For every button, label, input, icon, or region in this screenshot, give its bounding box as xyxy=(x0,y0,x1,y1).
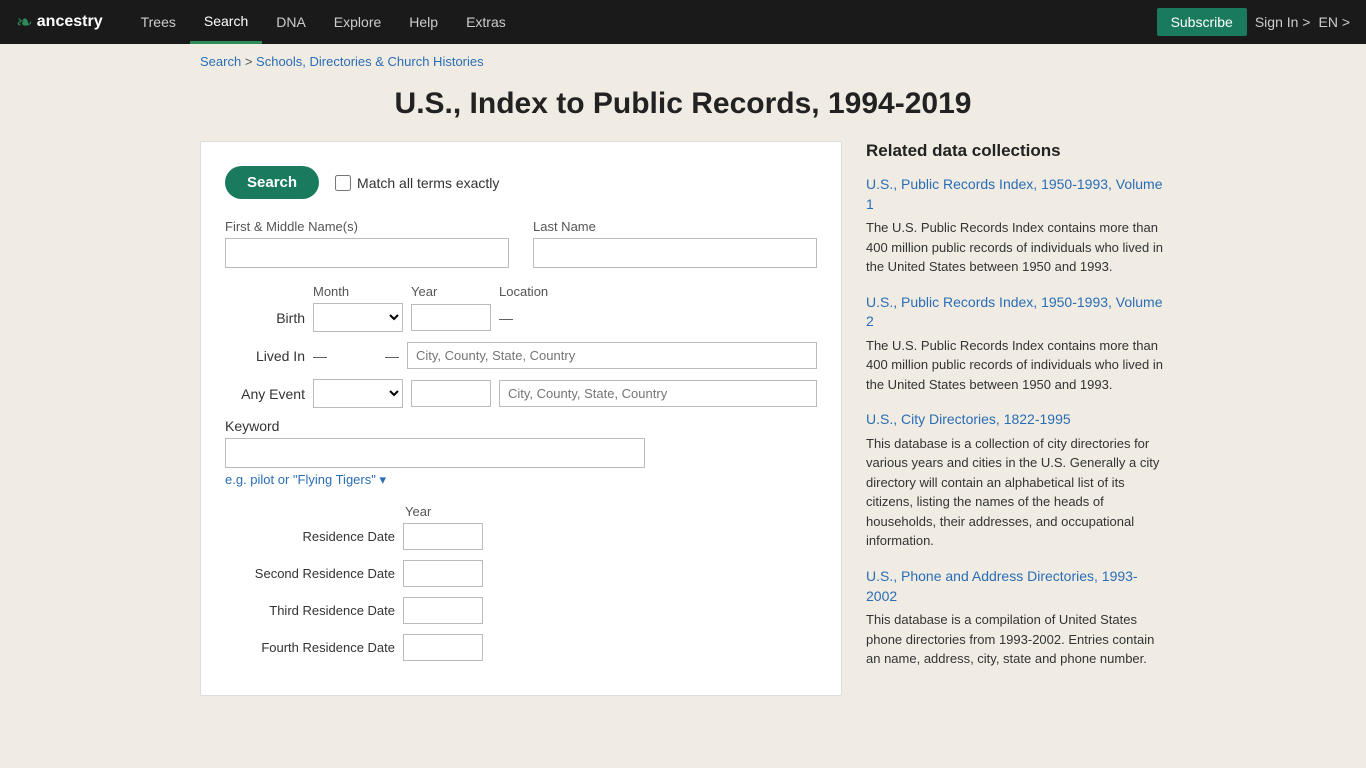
logo[interactable]: ❧ ancestry xyxy=(16,10,103,35)
subscribe-button[interactable]: Subscribe xyxy=(1157,8,1247,36)
lived-in-month-dash: — xyxy=(313,348,327,364)
any-event-row: Any Event Jan Feb Mar Apr May Jun Jul Au… xyxy=(225,379,817,408)
last-name-group: Last Name xyxy=(533,219,817,268)
first-name-group: First & Middle Name(s) xyxy=(225,219,509,268)
keyword-label: Keyword xyxy=(225,418,817,434)
any-event-label: Any Event xyxy=(225,386,305,402)
related-title: Related data collections xyxy=(866,141,1166,161)
leaf-icon: ❧ xyxy=(16,10,33,35)
second-residence-date-input[interactable] xyxy=(403,560,483,587)
related-desc-2: This database is a collection of city di… xyxy=(866,434,1166,551)
col-header-month: Month xyxy=(313,284,403,299)
breadcrumb-separator: > xyxy=(245,54,256,69)
third-residence-date-row: Third Residence Date xyxy=(225,597,817,624)
fourth-residence-date-label: Fourth Residence Date xyxy=(225,640,395,655)
fourth-residence-date-input[interactable] xyxy=(403,634,483,661)
match-all-text: Match all terms exactly xyxy=(357,175,499,191)
birth-row: Birth Jan Feb Mar Apr May Jun Jul Aug Se… xyxy=(225,303,817,332)
any-event-year-input[interactable] xyxy=(411,380,491,407)
related-desc-1: The U.S. Public Records Index contains m… xyxy=(866,336,1166,395)
col-header-location: Location xyxy=(499,284,817,299)
page-title: U.S., Index to Public Records, 1994-2019 xyxy=(0,87,1366,121)
match-all-label[interactable]: Match all terms exactly xyxy=(335,175,499,191)
lived-in-year-dash: — xyxy=(385,348,399,364)
nav-search[interactable]: Search xyxy=(190,0,262,44)
birth-month-select[interactable]: Jan Feb Mar Apr May Jun Jul Aug Sep Oct … xyxy=(313,303,403,332)
search-panel: Search Match all terms exactly First & M… xyxy=(200,141,842,696)
search-button[interactable]: Search xyxy=(225,166,319,199)
event-col-headers: Month Year Location xyxy=(225,284,817,299)
last-name-input[interactable] xyxy=(533,238,817,268)
match-all-checkbox[interactable] xyxy=(335,175,351,191)
col-header-year: Year xyxy=(411,284,491,299)
related-link-1[interactable]: U.S., Public Records Index, 1950-1993, V… xyxy=(866,293,1166,332)
birth-location-dash: — xyxy=(499,310,513,326)
breadcrumb: Search > Schools, Directories & Church H… xyxy=(0,44,1366,79)
any-event-month-select[interactable]: Jan Feb Mar Apr May Jun Jul Aug Sep Oct … xyxy=(313,379,403,408)
third-residence-date-input[interactable] xyxy=(403,597,483,624)
res-year-header: Year xyxy=(225,504,817,519)
related-link-3[interactable]: U.S., Phone and Address Directories, 199… xyxy=(866,567,1166,606)
events-section: Birth Jan Feb Mar Apr May Jun Jul Aug Se… xyxy=(225,303,817,408)
top-navigation: ❧ ancestry Trees Search DNA Explore Help… xyxy=(0,0,1366,44)
related-desc-3: This database is a compilation of United… xyxy=(866,610,1166,669)
residence-date-label: Residence Date xyxy=(225,529,395,544)
related-item-0: U.S., Public Records Index, 1950-1993, V… xyxy=(866,175,1166,277)
name-row: First & Middle Name(s) Last Name xyxy=(225,219,817,268)
signin-button[interactable]: Sign In > xyxy=(1255,14,1311,30)
residence-date-row: Residence Date xyxy=(225,523,817,550)
related-item-2: U.S., City Directories, 1822-1995 This d… xyxy=(866,410,1166,551)
language-button[interactable]: EN > xyxy=(1318,14,1350,30)
birth-year-input[interactable] xyxy=(411,304,491,331)
nav-right: Subscribe Sign In > EN > xyxy=(1157,8,1350,36)
sidebar: Related data collections U.S., Public Re… xyxy=(866,141,1166,696)
lived-in-label: Lived In xyxy=(225,348,305,364)
birth-label: Birth xyxy=(225,310,305,326)
first-name-input[interactable] xyxy=(225,238,509,268)
residence-date-input[interactable] xyxy=(403,523,483,550)
nav-links: Trees Search DNA Explore Help Extras xyxy=(127,0,1157,44)
related-link-2[interactable]: U.S., City Directories, 1822-1995 xyxy=(866,410,1166,430)
fourth-residence-date-row: Fourth Residence Date xyxy=(225,634,817,661)
keyword-input[interactable] xyxy=(225,438,645,468)
logo-text: ancestry xyxy=(37,13,103,31)
third-residence-date-label: Third Residence Date xyxy=(225,603,395,618)
any-event-location-input[interactable] xyxy=(499,380,817,407)
breadcrumb-search[interactable]: Search xyxy=(200,54,241,69)
nav-help[interactable]: Help xyxy=(395,0,452,44)
main-content: Search Match all terms exactly First & M… xyxy=(0,141,1366,736)
breadcrumb-section[interactable]: Schools, Directories & Church Histories xyxy=(256,54,484,69)
nav-extras[interactable]: Extras xyxy=(452,0,520,44)
related-link-0[interactable]: U.S., Public Records Index, 1950-1993, V… xyxy=(866,175,1166,214)
first-name-label: First & Middle Name(s) xyxy=(225,219,509,234)
lived-in-location-input[interactable] xyxy=(407,342,817,369)
related-desc-0: The U.S. Public Records Index contains m… xyxy=(866,218,1166,277)
keyword-hint[interactable]: e.g. pilot or "Flying Tigers" ▾ xyxy=(225,472,817,488)
nav-dna[interactable]: DNA xyxy=(262,0,320,44)
nav-explore[interactable]: Explore xyxy=(320,0,395,44)
keyword-section: Keyword e.g. pilot or "Flying Tigers" ▾ xyxy=(225,418,817,488)
related-item-1: U.S., Public Records Index, 1950-1993, V… xyxy=(866,293,1166,395)
residence-section: Year Residence Date Second Residence Dat… xyxy=(225,504,817,661)
second-residence-date-label: Second Residence Date xyxy=(225,566,395,581)
lived-in-row: Lived In — — xyxy=(225,342,817,369)
nav-trees[interactable]: Trees xyxy=(127,0,190,44)
search-top-row: Search Match all terms exactly xyxy=(225,166,817,199)
related-item-3: U.S., Phone and Address Directories, 199… xyxy=(866,567,1166,669)
second-residence-date-row: Second Residence Date xyxy=(225,560,817,587)
last-name-label: Last Name xyxy=(533,219,817,234)
